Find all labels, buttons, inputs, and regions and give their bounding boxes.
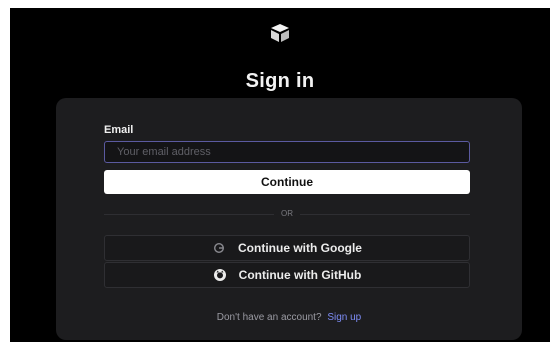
signup-prompt-text: Don't have an account? xyxy=(216,312,322,323)
google-button-label: Continue with Google xyxy=(238,241,362,255)
github-icon xyxy=(213,268,227,282)
signup-prompt: Don't have an account? Sign up xyxy=(56,312,522,323)
email-input[interactable] xyxy=(104,141,470,163)
cube-logo-icon xyxy=(269,22,291,44)
continue-with-google-button[interactable]: Continue with Google xyxy=(104,235,470,261)
google-icon xyxy=(212,241,226,255)
email-label: Email xyxy=(104,124,134,136)
sign-up-link[interactable]: Sign up xyxy=(327,312,361,323)
page-title: Sign in xyxy=(245,70,315,92)
continue-button[interactable]: Continue xyxy=(104,170,470,194)
divider-line-right xyxy=(300,214,470,215)
github-button-label: Continue with GitHub xyxy=(238,268,362,282)
or-divider: OR xyxy=(104,209,470,221)
sign-in-card: Email Continue OR Continue with Google xyxy=(56,98,522,340)
continue-with-github-button[interactable]: Continue with GitHub xyxy=(104,262,470,288)
sign-in-screen: Sign in Email Continue OR Continue with … xyxy=(10,8,550,342)
